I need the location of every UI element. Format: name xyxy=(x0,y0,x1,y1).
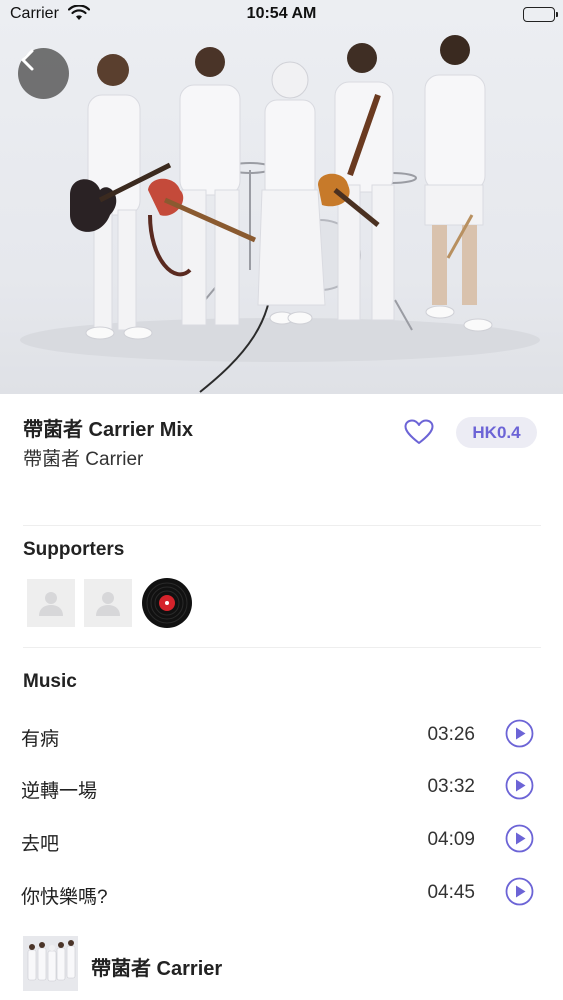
track-row[interactable]: 你快樂嗎? 04:45 xyxy=(0,872,563,912)
track-name: 你快樂嗎? xyxy=(21,887,108,908)
artist-row[interactable]: 帶菌者 Carrier xyxy=(23,936,541,992)
play-button[interactable] xyxy=(505,771,534,800)
person-placeholder-icon xyxy=(39,592,63,616)
track-row[interactable]: 有病 03:26 xyxy=(0,714,563,754)
supporter-avatar[interactable] xyxy=(141,577,193,629)
supporters-title: Supporters xyxy=(23,539,125,560)
battery-icon xyxy=(523,7,558,22)
clock: 10:54 AM xyxy=(246,5,317,22)
back-button[interactable] xyxy=(18,48,69,99)
chevron-left-icon xyxy=(21,49,34,71)
supporter-avatar[interactable] xyxy=(84,579,132,627)
supporters-list xyxy=(27,577,193,629)
band-photo xyxy=(0,0,563,394)
track-name: 逆轉一場 xyxy=(21,781,98,802)
favorite-button[interactable] xyxy=(404,419,434,450)
supporter-avatar[interactable] xyxy=(27,579,75,627)
album-artist: 帶菌者 Carrier xyxy=(23,449,144,470)
person-placeholder-icon xyxy=(96,592,120,616)
track-name: 去吧 xyxy=(21,834,60,855)
track-row[interactable]: 逆轉一場 03:32 xyxy=(0,766,563,806)
track-duration: 03:26 xyxy=(427,724,475,745)
divider xyxy=(23,525,541,526)
price-badge[interactable]: HK0.4 xyxy=(456,417,537,448)
track-duration: 04:45 xyxy=(427,882,475,903)
track-duration: 04:09 xyxy=(427,829,475,850)
artist-thumbnail xyxy=(23,936,78,991)
album-title: 帶菌者 Carrier Mix xyxy=(23,419,194,441)
track-row[interactable]: 去吧 04:09 xyxy=(0,819,563,859)
play-button[interactable] xyxy=(505,824,534,853)
divider xyxy=(23,647,541,648)
track-duration: 03:32 xyxy=(427,776,475,797)
play-button[interactable] xyxy=(505,719,534,748)
heart-icon xyxy=(404,419,434,444)
music-title: Music xyxy=(23,671,77,692)
track-name: 有病 xyxy=(21,729,60,750)
artist-name: 帶菌者 Carrier xyxy=(91,958,223,980)
play-button[interactable] xyxy=(505,877,534,906)
vinyl-record-icon xyxy=(142,578,192,628)
status-bar: Carrier 10:54 AM xyxy=(0,0,563,30)
